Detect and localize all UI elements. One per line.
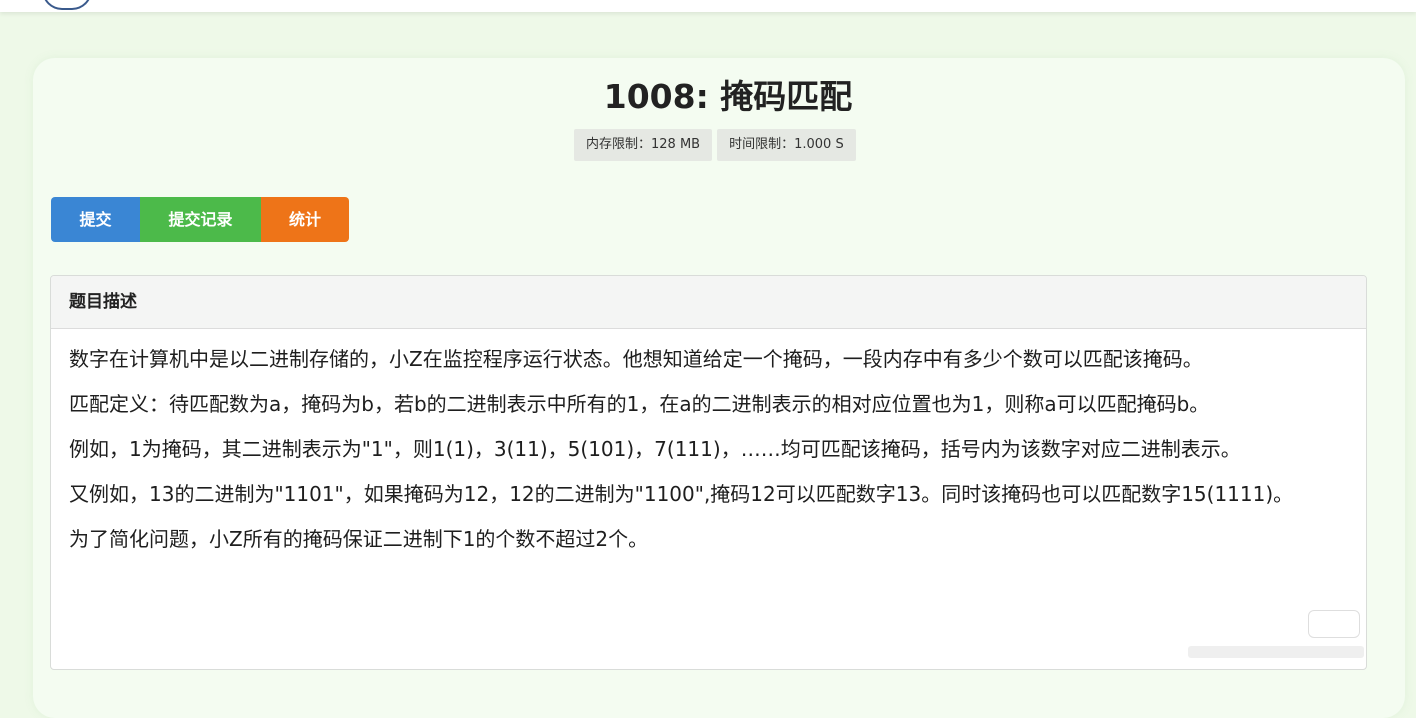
description-body: 数字在计算机中是以二进制存储的，小Z在监控程序运行状态。他想知道给定一个掩码，一… (51, 329, 1366, 555)
memory-limit-badge: 内存限制：128 MB (574, 129, 713, 161)
problem-description-card: 题目描述 数字在计算机中是以二进制存储的，小Z在监控程序运行状态。他想知道给定一… (50, 275, 1367, 670)
site-logo[interactable] (42, 0, 92, 10)
problem-limits: 内存限制：128 MB 时间限制：1.000 S (574, 129, 856, 161)
problem-action-buttons: 提交 提交记录 统计 (51, 197, 349, 242)
submission-records-button[interactable]: 提交记录 (140, 197, 261, 242)
description-paragraph: 匹配定义：待匹配数为a，掩码为b，若b的二进制表示中所有的1，在a的二进制表示的… (69, 392, 1210, 416)
top-navbar (0, 0, 1416, 12)
description-paragraph: 为了简化问题，小Z所有的掩码保证二进制下1的个数不超过2个。 (69, 527, 649, 551)
problem-title: 1008: 掩码匹配 (603, 77, 853, 116)
statistics-button[interactable]: 统计 (261, 197, 349, 242)
time-limit-badge: 时间限制：1.000 S (717, 129, 856, 161)
description-paragraph: 数字在计算机中是以二进制存储的，小Z在监控程序运行状态。他想知道给定一个掩码，一… (69, 347, 1203, 371)
description-paragraph: 例如，1为掩码，其二进制表示为"1"，则1(1)，3(11)，5(101)，7(… (69, 437, 1241, 461)
description-header: 题目描述 (51, 276, 1366, 329)
submit-button[interactable]: 提交 (51, 197, 140, 242)
description-paragraph: 又例如，13的二进制为"1101"，如果掩码为12，12的二进制为"1100",… (69, 482, 1294, 506)
